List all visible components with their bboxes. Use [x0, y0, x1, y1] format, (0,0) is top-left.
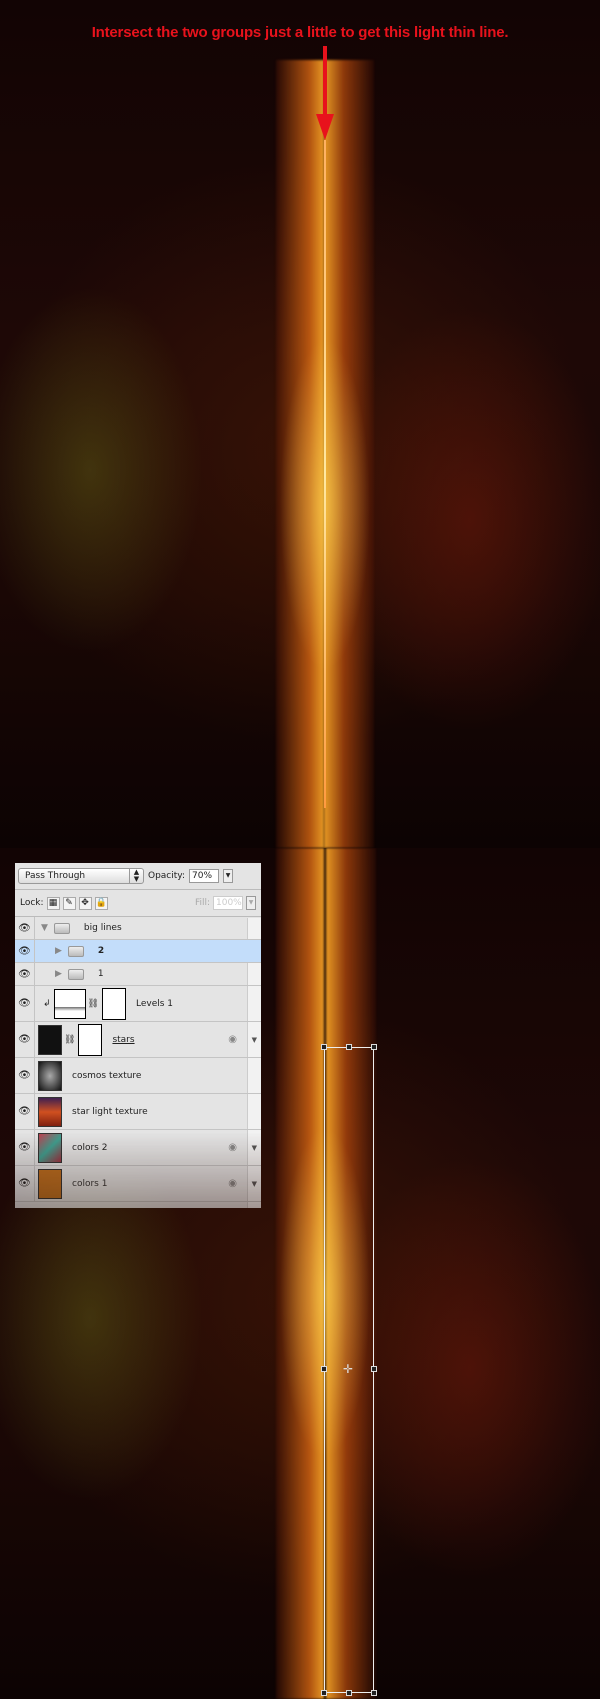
eye-icon[interactable]: 👁 — [15, 1166, 35, 1201]
layer-mask-thumbnail[interactable] — [78, 1023, 103, 1056]
fx-icon[interactable]: ◉ — [228, 1178, 237, 1189]
layer-name: cosmos texture — [72, 1070, 142, 1081]
eye-icon[interactable]: 👁 — [15, 963, 35, 985]
layer-thumbnail — [38, 1024, 62, 1055]
eye-icon[interactable]: 👁 — [15, 1094, 35, 1129]
layer-row-selected[interactable]: 👁 ▶ 2 — [15, 940, 261, 963]
fx-icon[interactable]: ◉ — [228, 1142, 237, 1153]
layer-mask-thumbnail[interactable] — [101, 987, 126, 1020]
layer-row[interactable]: 👁 colors 2 ◉ ▼ — [15, 1130, 261, 1166]
layer-row[interactable]: 👁 colors 1 ◉ ▼ — [15, 1166, 261, 1202]
layer-name: colors 2 — [72, 1142, 108, 1153]
expand-effects-icon[interactable]: ▼ — [252, 1180, 257, 1188]
thin-light-line — [324, 140, 326, 808]
eye-icon[interactable]: 👁 — [15, 917, 35, 939]
transform-handle[interactable] — [346, 1044, 352, 1050]
layer-row[interactable]: 👁 ▼ big lines — [15, 917, 261, 940]
expand-effects-icon[interactable]: ▼ — [252, 1144, 257, 1152]
canvas-result-view: Intersect the two groups just a little t… — [0, 0, 600, 848]
layer-name: Levels 1 — [135, 998, 174, 1009]
layer-row[interactable]: 👁 ↲ ⛓ Levels 1 — [15, 986, 261, 1022]
layer-thumbnail — [38, 1096, 62, 1127]
arrow-head-icon — [316, 114, 334, 140]
expand-effects-icon[interactable]: ▼ — [252, 1036, 257, 1044]
blend-mode-value: Pass Through — [25, 871, 86, 881]
transform-handle[interactable] — [321, 1366, 327, 1372]
lock-brush-icon[interactable]: ✎ — [62, 896, 76, 910]
layer-thumbnail — [38, 1132, 62, 1163]
opacity-dropdown-icon[interactable]: ▼ — [223, 869, 233, 883]
lock-all-icon[interactable]: 🔒 — [94, 896, 108, 910]
layer-row[interactable]: 👁 cosmos texture — [15, 1058, 261, 1094]
layers-panel: Pass Through ▲ ▼ Opacity: 70% ▼ Lock: ▦ ✎ … — [15, 863, 261, 1208]
eye-icon[interactable]: 👁 — [15, 940, 35, 962]
folder-icon — [67, 945, 84, 957]
folder-icon — [53, 922, 70, 934]
lock-transparency-icon[interactable]: ▦ — [46, 896, 60, 910]
clip-arrow-icon: ↲ — [43, 998, 51, 1009]
layer-row[interactable]: 👁 ⛓ stars ◉ ▼ — [15, 1022, 261, 1058]
link-icon[interactable]: ⛓ — [64, 1035, 75, 1045]
transform-handle[interactable] — [321, 1690, 327, 1696]
eye-icon[interactable]: 👁 — [15, 986, 35, 1021]
transform-handle[interactable] — [371, 1690, 377, 1696]
layer-name: 1 — [97, 969, 104, 979]
transform-handle[interactable] — [371, 1044, 377, 1050]
fx-icon[interactable]: ◉ — [228, 1034, 237, 1045]
folder-icon — [67, 968, 84, 980]
fill-dropdown-icon[interactable]: ▼ — [246, 896, 256, 910]
annotation-arrow — [323, 46, 327, 116]
layer-thumbnail — [38, 1060, 62, 1091]
blend-mode-select[interactable]: Pass Through ▲ ▼ — [18, 868, 144, 884]
collapse-triangle-icon[interactable]: ▶ — [55, 946, 62, 956]
eye-icon[interactable]: 👁 — [15, 1130, 35, 1165]
layer-name: big lines — [83, 923, 122, 933]
layer-thumbnail — [38, 1168, 62, 1199]
fill-label: Fill: — [194, 898, 210, 908]
stepper-icon[interactable]: ▲ ▼ — [129, 869, 143, 883]
annotation-caption: Intersect the two groups just a little t… — [91, 24, 509, 41]
layer-name: colors 1 — [72, 1178, 108, 1189]
transform-handle[interactable] — [371, 1366, 377, 1372]
layer-name: star light texture — [72, 1106, 148, 1117]
opacity-input[interactable]: 70% — [189, 869, 219, 883]
collapse-triangle-icon[interactable]: ▶ — [55, 969, 62, 979]
layer-name: stars — [112, 1034, 135, 1045]
layer-row[interactable]: 👁 star light texture — [15, 1094, 261, 1130]
layer-row[interactable]: 👁 ▶ 1 — [15, 963, 261, 986]
fill-input[interactable]: 100% — [213, 896, 243, 910]
eye-icon[interactable]: 👁 — [15, 1058, 35, 1093]
eye-icon[interactable]: 👁 — [15, 1022, 35, 1057]
lock-label: Lock: — [20, 898, 44, 908]
transform-handle[interactable] — [321, 1044, 327, 1050]
link-icon[interactable]: ⛓ — [88, 999, 99, 1009]
opacity-label: Opacity: — [148, 871, 185, 881]
lock-move-icon[interactable]: ✥ — [78, 896, 92, 910]
transform-handle[interactable] — [346, 1690, 352, 1696]
transform-center-icon[interactable]: ✛ — [343, 1362, 353, 1376]
layer-name: 2 — [97, 946, 105, 956]
expand-triangle-icon[interactable]: ▼ — [41, 923, 48, 933]
levels-thumbnail — [53, 988, 86, 1019]
